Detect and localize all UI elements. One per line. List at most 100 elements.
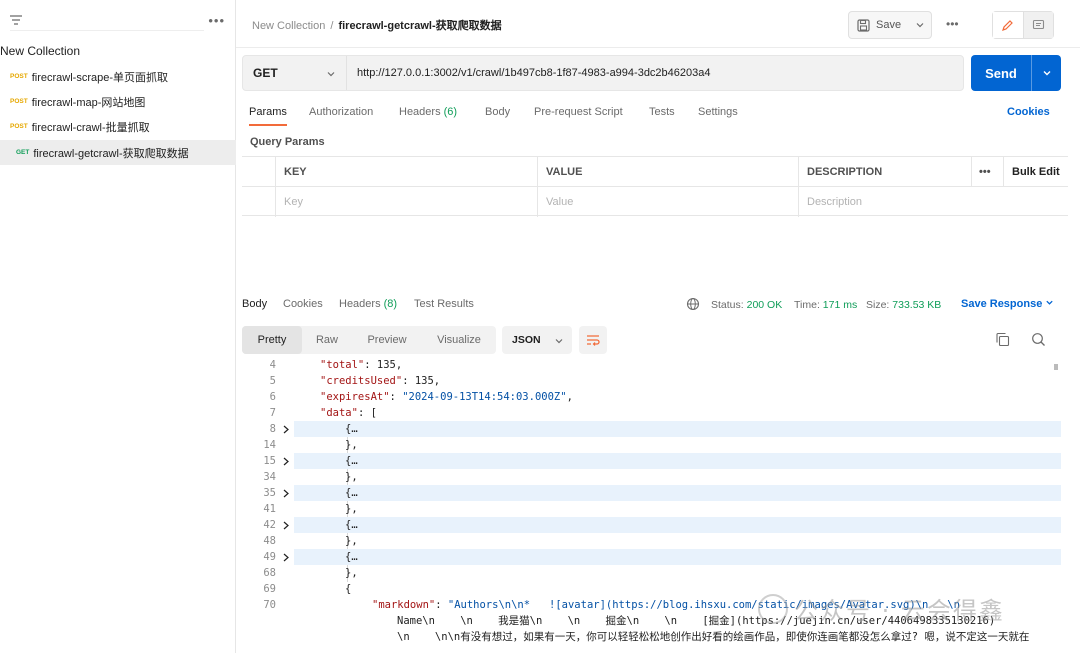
collection-title[interactable]: New Collection (0, 44, 80, 58)
tab-response-cookies[interactable]: Cookies (283, 298, 323, 310)
format-value: JSON (512, 334, 541, 346)
code-line: 6 "expiresAt": "2024-09-13T14:54:03.000Z"… (236, 389, 1080, 405)
method-select[interactable]: GET (243, 56, 347, 90)
sidebar-request-item[interactable]: POST firecrawl-scrape-单页面抓取 (0, 64, 236, 89)
line-number: 48 (263, 535, 276, 547)
bulk-edit-button[interactable]: Bulk Edit (1003, 157, 1068, 187)
code-text: { (345, 583, 352, 595)
chevron-right-icon[interactable] (282, 457, 290, 466)
code-text: }, (345, 471, 358, 483)
format-select[interactable]: JSON (502, 326, 572, 354)
scrollbar-marker[interactable] (1054, 364, 1058, 370)
sidebar-request-item-active[interactable]: GET firecrawl-getcrawl-获取爬取数据 (0, 140, 236, 165)
breadcrumb-current[interactable]: firecrawl-getcrawl-获取爬取数据 (338, 20, 501, 32)
filter-icon[interactable] (10, 14, 22, 25)
value-input[interactable]: Value (537, 187, 798, 217)
cookies-link[interactable]: Cookies (1007, 106, 1050, 118)
code-line: 42 {… (236, 517, 1080, 533)
size-label: Size: (866, 299, 890, 311)
request-tabs: Params Authorization Headers (6) Body Pr… (242, 104, 1062, 126)
copy-icon[interactable] (995, 332, 1010, 347)
save-response-button[interactable]: Save Response (961, 298, 1054, 310)
line-number: 35 (263, 487, 276, 499)
code-text: {… (345, 551, 358, 563)
code-text: "data": [ (320, 407, 377, 419)
code-line: \n \n\n有没有想过，如果有一天，你可以轻轻松松地创作出好看的绘画作品，即使… (236, 629, 1080, 645)
tab-authorization[interactable]: Authorization (309, 106, 373, 118)
request-name: firecrawl-crawl-批量抓取 (31, 121, 150, 134)
code-line: 15 {… (236, 453, 1080, 469)
sidebar-toolbar: ••• (0, 0, 235, 40)
code-text: }, (345, 503, 358, 515)
chevron-right-icon[interactable] (282, 521, 290, 530)
request-method-badge: POST (10, 73, 28, 80)
tab-response-body[interactable]: Body (242, 298, 267, 310)
line-number: 70 (263, 599, 276, 611)
raw-button[interactable]: Raw (302, 326, 352, 354)
response-view-mode: Pretty Raw Preview Visualize (242, 326, 496, 354)
col-description: DESCRIPTION (798, 157, 971, 187)
description-input[interactable]: Description (798, 187, 1068, 217)
chevron-right-icon[interactable] (282, 425, 290, 434)
code-text: {… (345, 455, 358, 467)
chevron-down-icon[interactable] (915, 20, 925, 30)
preview-button[interactable]: Preview (352, 326, 422, 354)
request-method-badge: POST (10, 123, 28, 130)
line-number: 34 (263, 471, 276, 483)
line-number: 68 (263, 567, 276, 579)
breadcrumb: New Collection / firecrawl-getcrawl-获取爬取数据 (252, 17, 502, 33)
tab-params[interactable]: Params (249, 106, 287, 118)
chevron-down-icon (1046, 300, 1054, 305)
code-line: 4 "total": 135, (236, 358, 1080, 373)
url-bar: GET (242, 55, 964, 91)
line-number: 69 (263, 583, 276, 595)
url-input[interactable] (347, 56, 963, 90)
tab-settings[interactable]: Settings (698, 106, 738, 118)
visualize-button[interactable]: Visualize (422, 326, 496, 354)
code-line: 8 {… (236, 421, 1080, 437)
headers-count: (6) (443, 106, 458, 118)
chevron-down-icon (1043, 71, 1050, 76)
tab-response-headers-label: Headers (339, 298, 381, 310)
fold-highlight (294, 549, 1061, 565)
globe-icon[interactable] (686, 297, 700, 311)
edit-view-button[interactable] (993, 12, 1024, 38)
send-options-button[interactable] (1032, 68, 1061, 78)
tab-prerequest-script[interactable]: Pre-request Script (534, 106, 623, 118)
save-button[interactable]: Save (848, 11, 932, 39)
breadcrumb-parent[interactable]: New Collection (252, 20, 325, 32)
tab-response-headers[interactable]: Headers (8) (339, 298, 397, 310)
chevron-right-icon[interactable] (282, 489, 290, 498)
tab-body[interactable]: Body (485, 106, 510, 118)
line-number: 8 (269, 423, 276, 435)
comment-view-button[interactable] (1023, 12, 1053, 38)
search-icon[interactable] (1031, 332, 1046, 347)
size-value: 733.53 KB (892, 299, 942, 311)
code-text: }, (345, 439, 358, 451)
params-more-icon[interactable]: ••• (971, 157, 1003, 187)
tab-headers[interactable]: Headers (6) (399, 106, 457, 118)
send-button[interactable]: Send (971, 55, 1061, 91)
line-number: 5 (269, 375, 276, 387)
sidebar-filter[interactable] (10, 9, 204, 31)
chevron-right-icon[interactable] (282, 553, 290, 562)
tab-tests[interactable]: Tests (649, 106, 675, 118)
time-label: Time: (794, 299, 820, 311)
code-line: 7 "data": [ (236, 405, 1080, 421)
pretty-button[interactable]: Pretty (242, 326, 302, 354)
sidebar-request-item[interactable]: POST firecrawl-map-网站地图 (0, 89, 236, 114)
save-label: Save (876, 19, 902, 31)
code-text: \n \n\n有没有想过，如果有一天，你可以轻轻松松地创作出好看的绘画作品，即使… (397, 631, 1030, 643)
watermark-text: 公众号 · 云会得鑫 (794, 597, 1005, 625)
method-value: GET (253, 66, 278, 80)
line-number: 4 (269, 359, 276, 371)
request-header: New Collection / firecrawl-getcrawl-获取爬取数据… (236, 0, 1080, 48)
key-input[interactable]: Key (275, 187, 537, 217)
sidebar-more-icon[interactable]: ••• (208, 13, 225, 28)
wrap-lines-button[interactable] (579, 326, 607, 354)
chevron-down-icon (555, 339, 563, 344)
more-options-icon[interactable]: ••• (946, 17, 959, 31)
request-name: firecrawl-getcrawl-获取爬取数据 (33, 147, 189, 160)
sidebar-request-item[interactable]: POST firecrawl-crawl-批量抓取 (0, 114, 236, 139)
tab-test-results[interactable]: Test Results (414, 298, 474, 310)
